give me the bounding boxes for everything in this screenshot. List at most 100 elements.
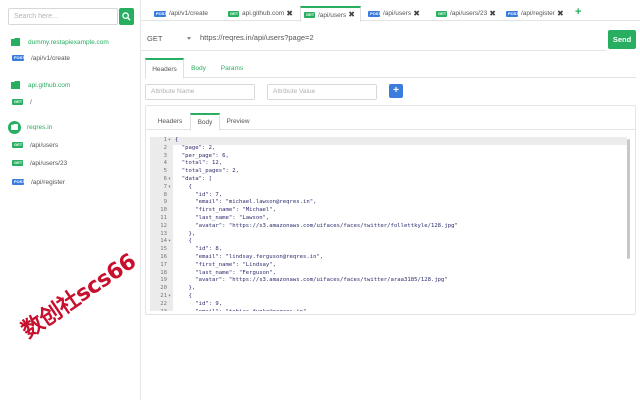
chevron-down-icon[interactable] (187, 37, 191, 40)
code-line: 12 "avatar": "https://s3.amazonaws.com/u… (150, 223, 631, 231)
code-line: 23 "email": "tobias.funke@reqres.in", (150, 309, 631, 311)
tab-api-users-23[interactable]: GET /api/users/23 ✖ (433, 6, 499, 21)
code-text: "last_name": "Ferguson", (175, 269, 277, 276)
code-line: 16 "email": "lindsay.ferguson@reqres.in"… (150, 254, 631, 262)
tab-label: /api/register (521, 10, 555, 17)
response-tab-body[interactable]: Body (190, 113, 220, 131)
method-badge: GET (12, 99, 23, 105)
code-line: 2 "page": 2, (150, 145, 631, 153)
attribute-value-input[interactable]: Attribute Value (267, 84, 377, 100)
sidebar-item-api-v1-create[interactable]: POST /api/v1/create (12, 53, 70, 63)
code-text: "email": "lindsay.ferguson@reqres.in", (175, 253, 324, 260)
add-attribute-button[interactable]: + (389, 84, 403, 98)
attribute-name-input[interactable]: Attribute Name (145, 84, 255, 100)
code-text: "avatar": "https://s3.amazonaws.com/uifa… (175, 222, 458, 229)
sidebar-item-label: /api/users (30, 141, 59, 149)
collection-title: api.github.com (28, 81, 71, 89)
collection-title: reqres.in (27, 123, 53, 131)
code-text: "page": 2, (175, 144, 216, 151)
code-text: "per_page": 6, (175, 152, 229, 159)
code-text: "total": 12, (175, 160, 223, 167)
tab-api-users-post[interactable]: POST /api/users ✖ (365, 6, 423, 21)
tab-label: api.github.com (242, 10, 285, 17)
response-tab-preview[interactable]: Preview (222, 113, 254, 130)
line-number: 6 (163, 175, 167, 182)
line-number: 21 (160, 292, 167, 299)
fold-toggle-icon[interactable]: ▾ (168, 293, 171, 301)
line-number: 4 (163, 160, 167, 167)
method-badge: GET (12, 160, 23, 166)
sidebar-item-api-users-23[interactable]: GET /api/users/23 (12, 158, 67, 168)
fold-toggle-icon[interactable]: ▾ (168, 238, 171, 246)
fold-toggle-icon[interactable]: ▾ (168, 137, 171, 145)
code-text: "email": "tobias.funke@reqres.in", (175, 309, 310, 311)
method-badge: POST (12, 179, 25, 185)
tab-headers[interactable]: Headers (145, 58, 184, 79)
code-text: "email": "michael.lawson@reqres.in", (175, 199, 317, 206)
close-icon[interactable]: ✖ (348, 11, 355, 19)
line-number: 8 (163, 191, 167, 198)
method-badge: POST (12, 55, 25, 61)
folder-icon (11, 38, 20, 46)
response-panel: Headers Body Preview 1 ▾{2 "page": 2, 3 "p… (145, 105, 636, 315)
fold-toggle-icon[interactable]: ▾ (168, 176, 171, 184)
close-icon[interactable]: ✖ (557, 9, 564, 18)
add-tab-button[interactable]: + (575, 7, 585, 18)
tab-label: /api/users (318, 11, 347, 19)
sidebar-item-api-register[interactable]: POST /api/register (12, 177, 65, 187)
search-input[interactable] (8, 8, 118, 25)
method-badge: POST (506, 10, 519, 17)
collection-title: dummy.restapiexample.com (28, 38, 109, 46)
tab-api-register[interactable]: POST /api/register ✖ (503, 6, 567, 21)
method-badge: GET (228, 10, 239, 17)
tab-params[interactable]: Params (215, 58, 249, 78)
tab-api-github[interactable]: GET api.github.com ✖ (225, 6, 296, 21)
code-text: "id": 9, (175, 300, 223, 307)
tab-api-users-get[interactable]: GET /api/users ✖ (300, 6, 361, 22)
response-body-editor[interactable]: 1 ▾{2 "page": 2, 3 "per_page": 6, 4 "total"… (150, 137, 631, 311)
url-input[interactable]: https://reqres.in/api/users?page=2 (200, 33, 600, 47)
sidebar-item-api-users[interactable]: GET /api/users (12, 140, 58, 150)
response-tabs: Headers Body Preview (146, 110, 635, 131)
tab-label: /api/users/23 (450, 10, 488, 17)
folder-icon (11, 81, 20, 89)
send-button[interactable]: Send (608, 30, 636, 49)
tab-body[interactable]: Body (186, 58, 211, 78)
method-badge: GET (304, 12, 315, 18)
sidebar-item-label: /api/register (31, 178, 65, 186)
line-number: 9 (163, 199, 167, 206)
code-line: 5 "total_pages": 2, (150, 168, 631, 176)
code-line: 9 "email": "michael.lawson@reqres.in", (150, 199, 631, 207)
code-text: { (175, 137, 179, 143)
method-badge: POST (154, 10, 167, 17)
collection-api-github[interactable]: api.github.com (11, 79, 70, 91)
code-text: }, (175, 285, 196, 292)
collection-dummy-restapiexample[interactable]: dummy.restapiexample.com (11, 36, 109, 48)
close-icon[interactable]: ✖ (286, 9, 293, 18)
search-icon (122, 12, 131, 21)
code-text: { (175, 292, 192, 299)
sidebar-item-label: /api/v1/create (31, 54, 71, 62)
code-line: 13 }, (150, 231, 631, 239)
code-line: 7 ▾ { (150, 184, 631, 192)
fold-toggle-icon[interactable]: ▾ (168, 184, 171, 192)
code-text: }, (175, 230, 196, 237)
line-number: 18 (160, 269, 167, 276)
collection-reqres[interactable]: reqres.in (8, 120, 53, 134)
response-tab-headers[interactable]: Headers (150, 113, 190, 130)
sidebar-item-root[interactable]: GET / (12, 97, 32, 107)
request-section-tabs: Headers Body Params (145, 58, 636, 79)
close-icon[interactable]: ✖ (489, 9, 496, 18)
scrollbar-thumb[interactable] (627, 139, 630, 259)
code-text: { (175, 238, 192, 245)
code-text: "first_name": "Michael", (175, 207, 277, 214)
line-number: 14 (160, 238, 167, 245)
code-line: 18 "last_name": "Ferguson", (150, 270, 631, 278)
line-number: 1 (163, 137, 167, 143)
method-select[interactable]: GET (147, 34, 192, 47)
search-button[interactable] (119, 8, 134, 25)
tab-api-v1-create[interactable]: POST /api/v1/create (151, 6, 211, 21)
close-icon[interactable]: ✖ (413, 9, 420, 18)
line-number: 19 (160, 277, 167, 284)
code-line: 15 "id": 8, (150, 246, 631, 254)
